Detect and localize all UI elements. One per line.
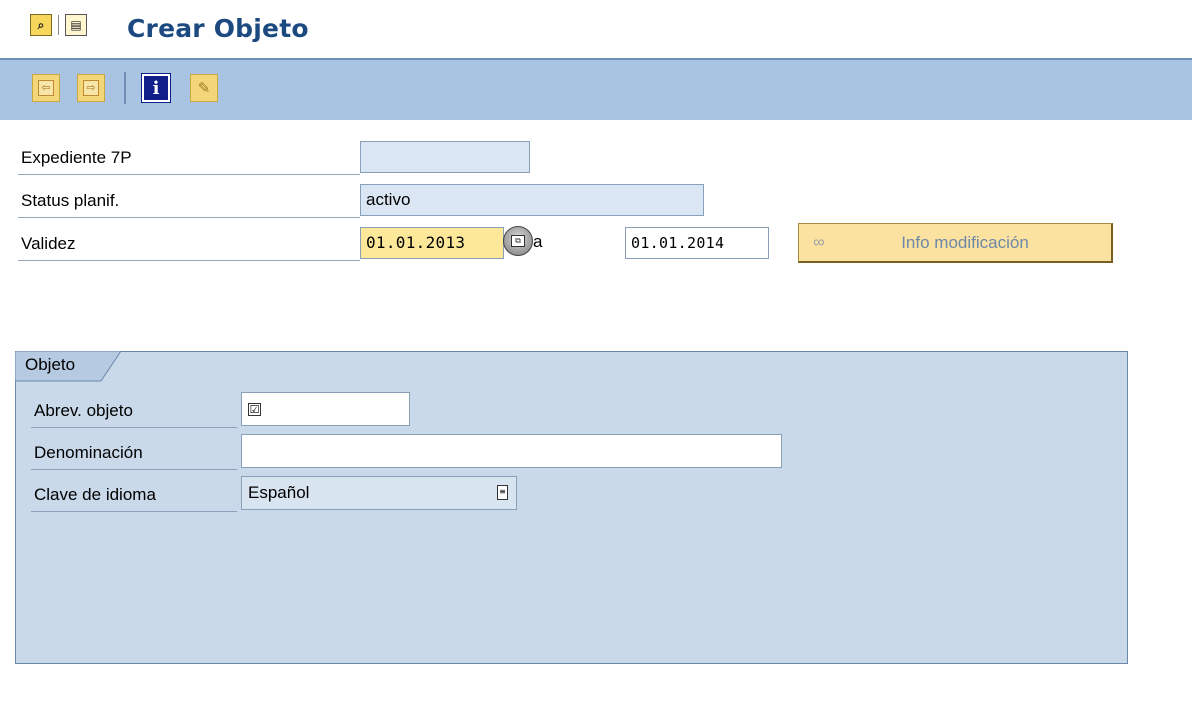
title-separator [58,15,59,35]
abrev-objeto-input[interactable]: ☑ [241,392,410,426]
valid-from-input[interactable]: 01.01.2013 [360,227,504,259]
display-change-icon[interactable]: ⌕ [30,14,52,36]
valid-to-input[interactable]: 01.01.2014 [625,227,769,259]
dropdown-list-icon[interactable]: ≡ [497,485,508,500]
previous-object-icon: ⇦ [38,80,54,96]
to-label: a [533,232,543,251]
clave-idioma-label: Clave de idioma [31,478,237,512]
info-icon[interactable]: i [141,73,171,103]
info-modificacion-label: Info modificación [901,232,1029,252]
glasses-icon: ∞ [813,233,825,251]
status-field: activo [360,184,704,216]
clave-idioma-value: Español [248,483,310,502]
toolbar-separator [124,72,126,104]
title-bar: ⌕ ▤ Crear Objeto [0,0,1192,60]
previous-object-button[interactable]: ⇦ [32,74,60,102]
checkbox-icon: ☑ [248,403,261,417]
expediente-label: Expediente 7P [18,141,360,175]
page-title: Crear Objeto [127,14,309,43]
objeto-group-title: Objeto [25,355,76,374]
objeto-group-tab: Objeto [15,351,121,382]
denominacion-input[interactable] [241,434,782,468]
edit-icon[interactable]: ✎ [190,74,218,102]
denominacion-label: Denominación [31,436,237,470]
next-object-icon: ⇨ [83,80,99,96]
next-object-button[interactable]: ⇨ [77,74,105,102]
clave-idioma-select[interactable]: Español ≡ [241,476,517,510]
title-icons: ⌕ ▤ [30,14,87,36]
expediente-field [360,141,530,173]
value-help-glyph: ⧉ [511,235,525,247]
status-label: Status planif. [18,184,360,218]
application-toolbar: ⇦ ⇨ i ✎ [0,60,1192,120]
document-icon[interactable]: ▤ [65,14,87,36]
value-help-icon[interactable]: ⧉ [503,226,533,256]
abrev-objeto-label: Abrev. objeto [31,394,237,428]
validez-label: Validez [18,227,360,261]
info-modificacion-button[interactable]: ∞ Info modificación [798,223,1113,263]
